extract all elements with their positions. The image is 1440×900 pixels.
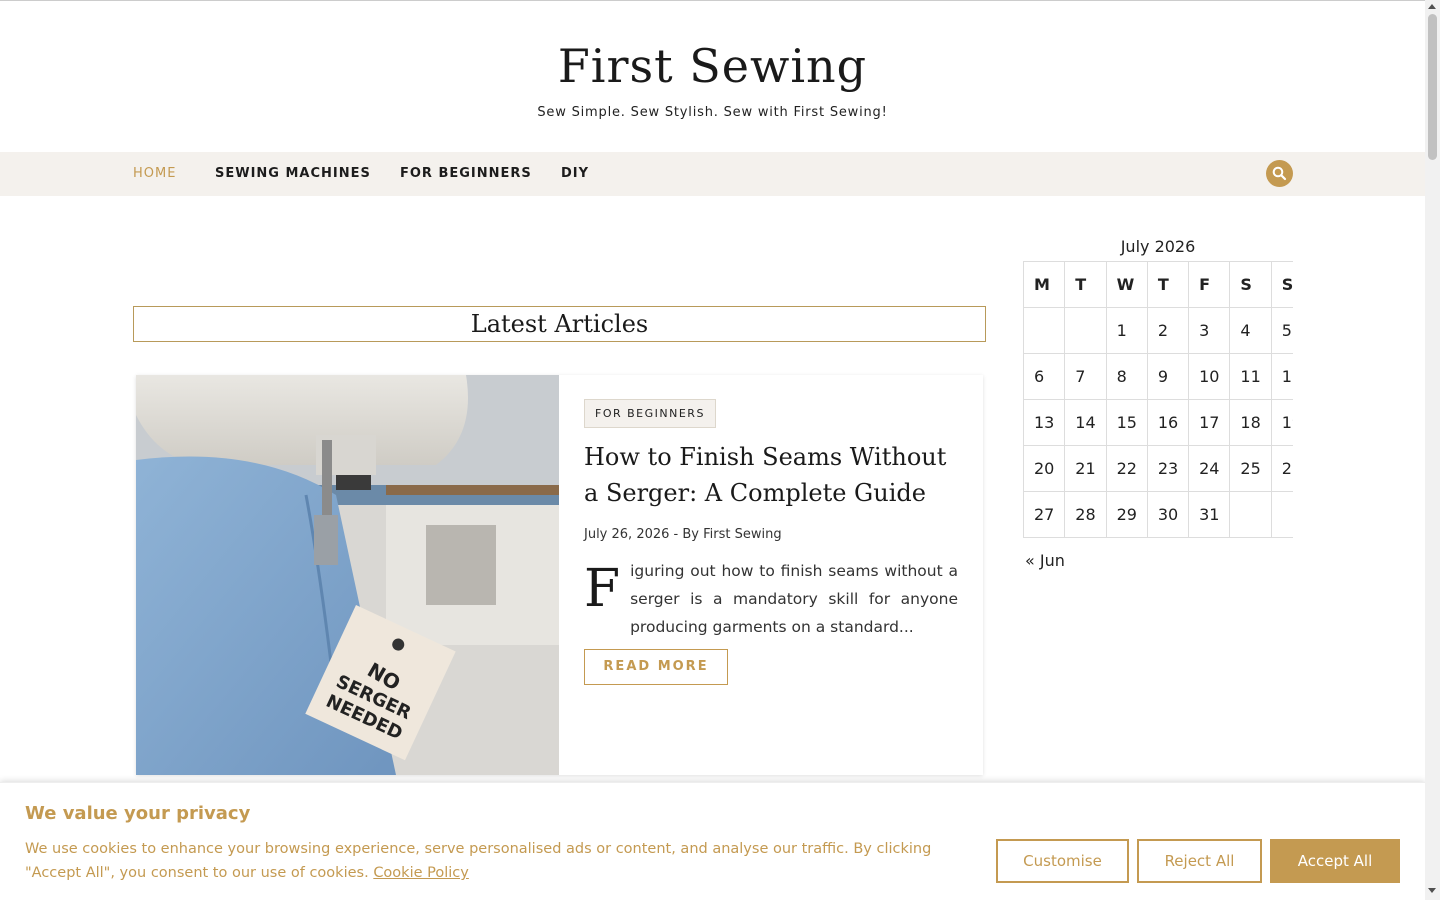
calendar-day: 8 [1105, 353, 1148, 400]
calendar-day: 23 [1146, 445, 1190, 492]
article-image[interactable]: NO SERGER NEEDED [136, 375, 559, 775]
calendar-day: 29 [1105, 491, 1148, 538]
calendar-caption: July 2026 [1120, 237, 1196, 256]
article-title[interactable]: How to Finish Seams Without a Serger: A … [584, 439, 958, 511]
page: First Sewing Sew Simple. Sew Stylish. Se… [0, 0, 1425, 900]
cookie-title: We value your privacy [25, 803, 251, 824]
calendar-day: 24 [1188, 445, 1231, 492]
calendar-day: 5 [1270, 307, 1293, 354]
site-tagline: Sew Simple. Sew Stylish. Sew with First … [537, 105, 888, 120]
calendar-day: 4 [1229, 307, 1272, 354]
scrollbar[interactable] [1425, 0, 1440, 900]
article-meta: July 26, 2026 - By First Sewing [584, 527, 782, 542]
calendar-day [1064, 307, 1107, 354]
search-button[interactable] [1266, 160, 1293, 187]
scroll-up-arrow-icon[interactable] [1428, 4, 1436, 9]
calendar-day: 31 [1188, 491, 1231, 538]
nav-item-sewing-machines[interactable]: SEWING MACHINES [215, 166, 371, 181]
reject-all-button[interactable]: Reject All [1137, 839, 1262, 883]
main-nav: HOME SEWING MACHINES FOR BEGINNERS DIY [0, 152, 1425, 196]
calendar-day: 2 [1146, 307, 1190, 354]
calendar-day: 28 [1064, 491, 1107, 538]
cookie-text-body: We use cookies to enhance your browsing … [25, 841, 932, 881]
article-card: NO SERGER NEEDED FOR BEGINNERS How to Fi… [136, 375, 983, 775]
calendar-day [1023, 307, 1066, 354]
calendar-day: 9 [1146, 353, 1190, 400]
category-badge[interactable]: FOR BEGINNERS [584, 399, 716, 428]
article-byline[interactable]: - By First Sewing [674, 527, 782, 542]
calendar-day: 17 [1188, 399, 1231, 446]
calendar-day: 19 [1270, 399, 1293, 446]
excerpt-text: iguring out how to finish seams without … [630, 562, 958, 636]
calendar-day: 13 [1023, 399, 1066, 446]
accept-all-button[interactable]: Accept All [1270, 839, 1400, 883]
calendar-day: 11 [1229, 353, 1272, 400]
calendar-day: 7 [1064, 353, 1107, 400]
calendar-day: 30 [1146, 491, 1190, 538]
weekday-header: F [1188, 261, 1231, 308]
calendar-day: 22 [1105, 445, 1148, 492]
weekday-header: S [1229, 261, 1272, 308]
calendar-day: 1 [1105, 307, 1148, 354]
calendar-day: 15 [1105, 399, 1148, 446]
weekday-header: S [1270, 261, 1293, 308]
calendar-day: 25 [1229, 445, 1272, 492]
weekday-header: W [1105, 261, 1148, 308]
nav-item-for-beginners[interactable]: FOR BEGINNERS [400, 166, 532, 181]
calendar-day [1229, 491, 1272, 538]
scrollbar-thumb[interactable] [1428, 14, 1437, 160]
cookie-banner: We value your privacy We use cookies to … [0, 782, 1425, 900]
cookie-text: We use cookies to enhance your browsing … [25, 837, 980, 885]
nav-item-home[interactable]: HOME [133, 166, 176, 181]
calendar-day: 3 [1188, 307, 1231, 354]
weekday-header: T [1146, 261, 1190, 308]
calendar-day: 14 [1064, 399, 1107, 446]
calendar-day: 21 [1064, 445, 1107, 492]
section-title: Latest Articles [133, 306, 986, 342]
calendar-prev-month-link[interactable]: « Jun [1025, 551, 1065, 570]
calendar-day: 27 [1023, 491, 1066, 538]
calendar-day: 10 [1188, 353, 1231, 400]
calendar-day [1270, 491, 1293, 538]
calendar-day: 26 [1270, 445, 1293, 492]
weekday-header: T [1064, 261, 1107, 308]
nav-item-diy[interactable]: DIY [561, 166, 589, 181]
calendar-day: 12 [1270, 353, 1293, 400]
calendar-widget: July 2026 M T W T F S S 1 2 3 4 5 6 7 8 … [1023, 237, 1293, 538]
article-date[interactable]: July 26, 2026 [584, 527, 669, 542]
dropcap: F [584, 559, 621, 619]
calendar-day: 18 [1229, 399, 1272, 446]
article-excerpt: Figuring out how to finish seams without… [584, 557, 958, 641]
calendar-day: 16 [1146, 399, 1190, 446]
weekday-header: M [1023, 261, 1066, 308]
calendar-day: 20 [1023, 445, 1066, 492]
cookie-policy-link[interactable]: Cookie Policy [373, 865, 469, 881]
site-title[interactable]: First Sewing [0, 39, 1425, 93]
search-icon [1272, 166, 1287, 181]
scroll-down-arrow-icon[interactable] [1428, 888, 1436, 893]
calendar-day: 6 [1023, 353, 1066, 400]
customise-button[interactable]: Customise [996, 839, 1129, 883]
read-more-button[interactable]: READ MORE [584, 649, 728, 685]
calendar-table: M T W T F S S 1 2 3 4 5 6 7 8 9 10 11 1 … [1023, 261, 1293, 538]
